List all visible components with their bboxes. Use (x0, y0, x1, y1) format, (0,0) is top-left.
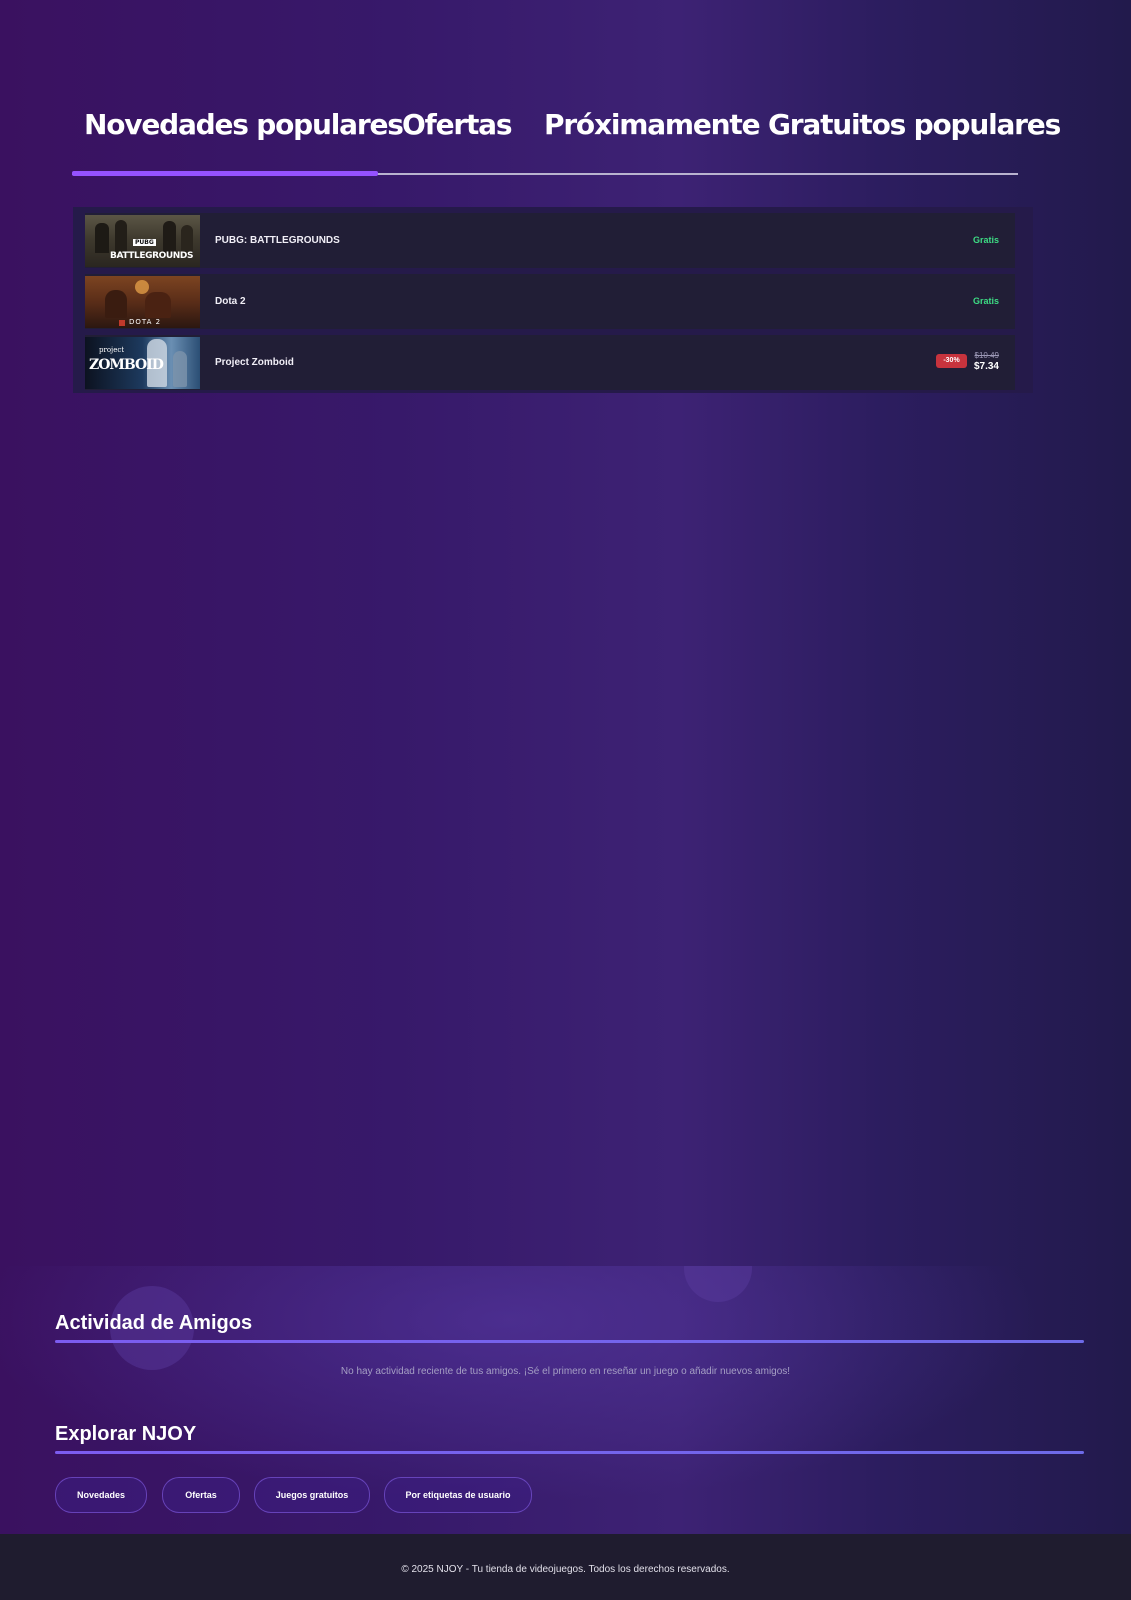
game-name: Project Zomboid (215, 357, 294, 368)
explore-title: Explorar NJOY (55, 1423, 197, 1445)
friends-empty-message: No hay actividad reciente de tus amigos.… (340, 1366, 791, 1377)
friends-activity-title: Actividad de Amigos (55, 1312, 253, 1334)
game-row-pubg[interactable]: PUBG BATTLEGROUNDS PUBG: BATTLEGROUNDS G… (85, 213, 1015, 268)
game-row-project-zomboid[interactable]: project ZOMBOID Project Zomboid -30% $10… (85, 335, 1015, 390)
explore-link-etiquetas[interactable]: Por etiquetas de usuario (384, 1477, 532, 1513)
game-thumbnail-project-zomboid: project ZOMBOID (85, 337, 200, 389)
thumb-title-dota2: DOTA 2 (129, 318, 162, 326)
discounted-price: $7.34 (973, 361, 999, 372)
game-list: PUBG BATTLEGROUNDS PUBG: BATTLEGROUNDS G… (73, 207, 1033, 393)
footer-copyright: © 2025 NJOY - Tu tienda de videojuegos. … (401, 1564, 730, 1575)
tab-ofertas[interactable]: Ofertas (402, 108, 513, 141)
price-free: Gratis (972, 296, 999, 306)
tab-bar: Novedades populares Ofertas Próximamente… (72, 100, 1061, 180)
explore-link-novedades[interactable]: Novedades (55, 1477, 147, 1513)
game-thumbnail-dota2: DOTA 2 (85, 276, 200, 328)
game-name: PUBG: BATTLEGROUNDS (215, 235, 340, 246)
thumb-title-project-zomboid: ZOMBOID (89, 357, 164, 373)
game-name: Dota 2 (215, 296, 246, 307)
explore-link-juegos-gratuitos[interactable]: Juegos gratuitos (254, 1477, 370, 1513)
thumb-small-text-project-zomboid: project (99, 346, 125, 354)
thumb-badge-pubg: PUBG (133, 239, 156, 246)
game-thumbnail-pubg: PUBG BATTLEGROUNDS (85, 215, 200, 267)
footer: © 2025 NJOY - Tu tienda de videojuegos. … (0, 1534, 1131, 1600)
tab-novedades-populares[interactable]: Novedades populares (84, 108, 404, 141)
friends-activity-underline (55, 1340, 1084, 1343)
decorative-circle (684, 1266, 752, 1302)
price-free: Gratis (972, 235, 999, 245)
thumb-title-pubg: BATTLEGROUNDS (110, 251, 194, 261)
explore-link-ofertas[interactable]: Ofertas (162, 1477, 240, 1513)
game-row-dota2[interactable]: DOTA 2 Dota 2 Gratis (85, 274, 1015, 329)
active-tab-indicator (72, 171, 378, 176)
tab-gratuitos-populares[interactable]: Gratuitos populares (768, 108, 1061, 141)
tab-proximamente[interactable]: Próximamente (544, 108, 761, 141)
original-price: $10.49 (974, 351, 999, 360)
discount-badge: -30% (936, 354, 967, 368)
explore-underline (55, 1451, 1084, 1454)
